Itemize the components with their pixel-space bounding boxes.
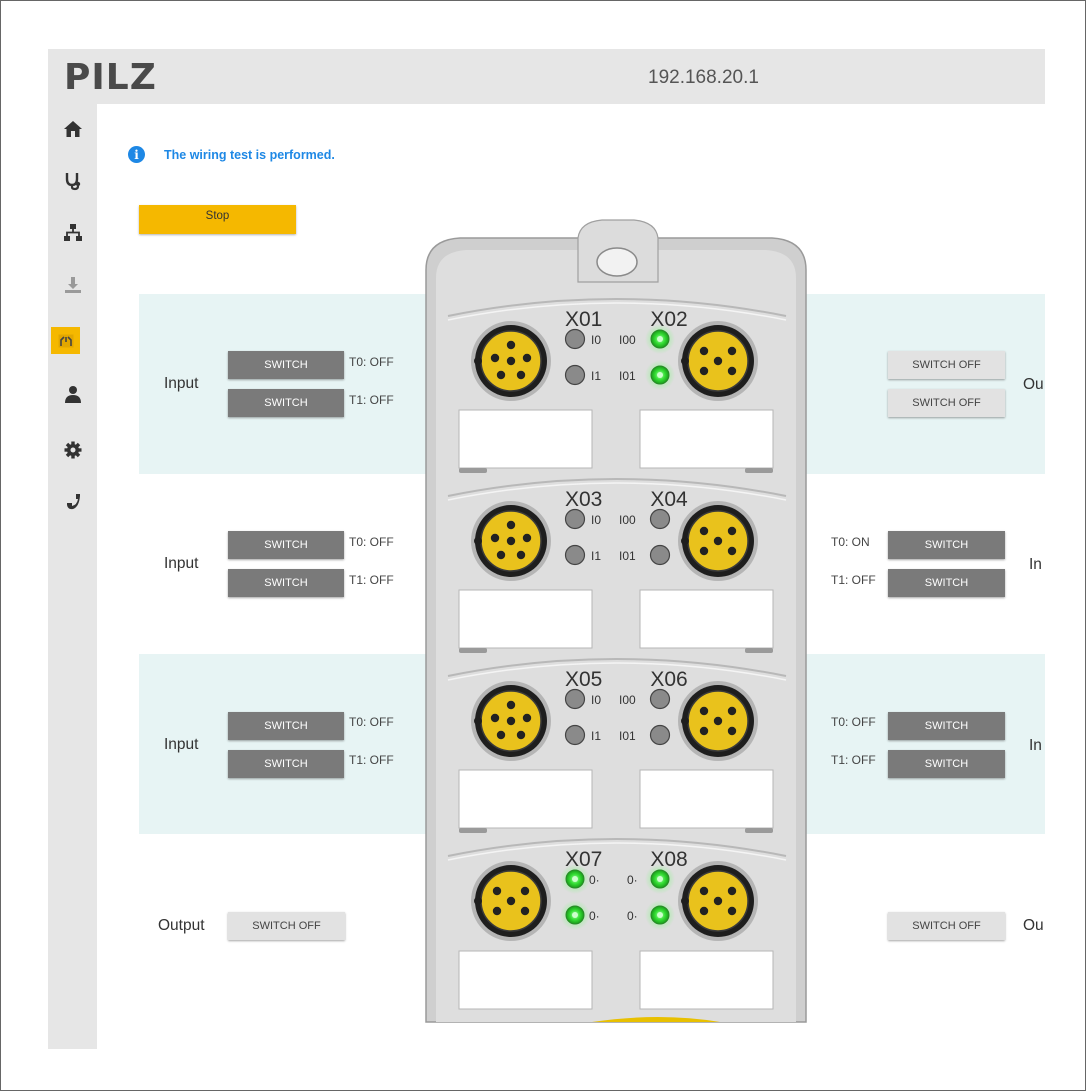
x08-led-0-label: 0· (627, 873, 638, 887)
x01-led-1 (564, 364, 586, 386)
x02-connector (678, 321, 758, 401)
x08-led-1 (645, 900, 675, 930)
x03-led-1-label: I1 (591, 549, 601, 563)
x05-connector (471, 681, 551, 761)
x04-connector (678, 501, 758, 581)
x06-led-0 (649, 688, 671, 710)
x03-led-1 (564, 544, 586, 566)
x05-led-1-label: I1 (591, 729, 601, 743)
x07-connector (471, 861, 551, 941)
x01-led-0 (564, 328, 586, 350)
x06-led-0-label: I00 (619, 693, 636, 707)
x05-led-1 (564, 724, 586, 746)
x05-label: X05 (565, 668, 602, 691)
x08-led-1-label: 0· (627, 909, 638, 923)
x08-connector (678, 861, 758, 941)
x05-led-0 (564, 688, 586, 710)
x07-label: X07 (565, 848, 602, 871)
x03-connector (471, 501, 551, 581)
x01-led-0-label: I0 (591, 333, 601, 347)
x02-led-0-label: I00 (619, 333, 636, 347)
x07-led-1 (560, 900, 590, 930)
x06-led-1 (649, 724, 671, 746)
x02-led-1 (645, 360, 675, 390)
x02-label: X02 (650, 308, 687, 331)
x04-label: X04 (650, 488, 688, 511)
x01-connector (471, 321, 551, 401)
x07-led-0-label: 0· (589, 873, 600, 887)
x07-led-1-label: 0· (589, 909, 600, 923)
io-module-illustration: X01 X02 I0 I1 I00 I01 X03 X04 I0 I1 I00 I01 X05 X06 I0… (425, 219, 807, 1023)
x03-led-0 (564, 508, 586, 530)
x03-label: X03 (565, 488, 602, 511)
x06-label: X06 (650, 668, 687, 691)
x01-label: X01 (565, 308, 602, 331)
x02-led-1-label: I01 (619, 369, 636, 383)
x05-led-0-label: I0 (591, 693, 601, 707)
mounting-hole (596, 247, 638, 277)
x03-led-0-label: I0 (591, 513, 601, 527)
x04-led-0-label: I00 (619, 513, 636, 527)
x08-label: X08 (650, 848, 687, 871)
x06-led-1-label: I01 (619, 729, 636, 743)
x06-connector (678, 681, 758, 761)
x01-led-1-label: I1 (591, 369, 601, 383)
x04-led-1-label: I01 (619, 549, 636, 563)
x04-led-1 (649, 544, 671, 566)
x04-led-0 (649, 508, 671, 530)
